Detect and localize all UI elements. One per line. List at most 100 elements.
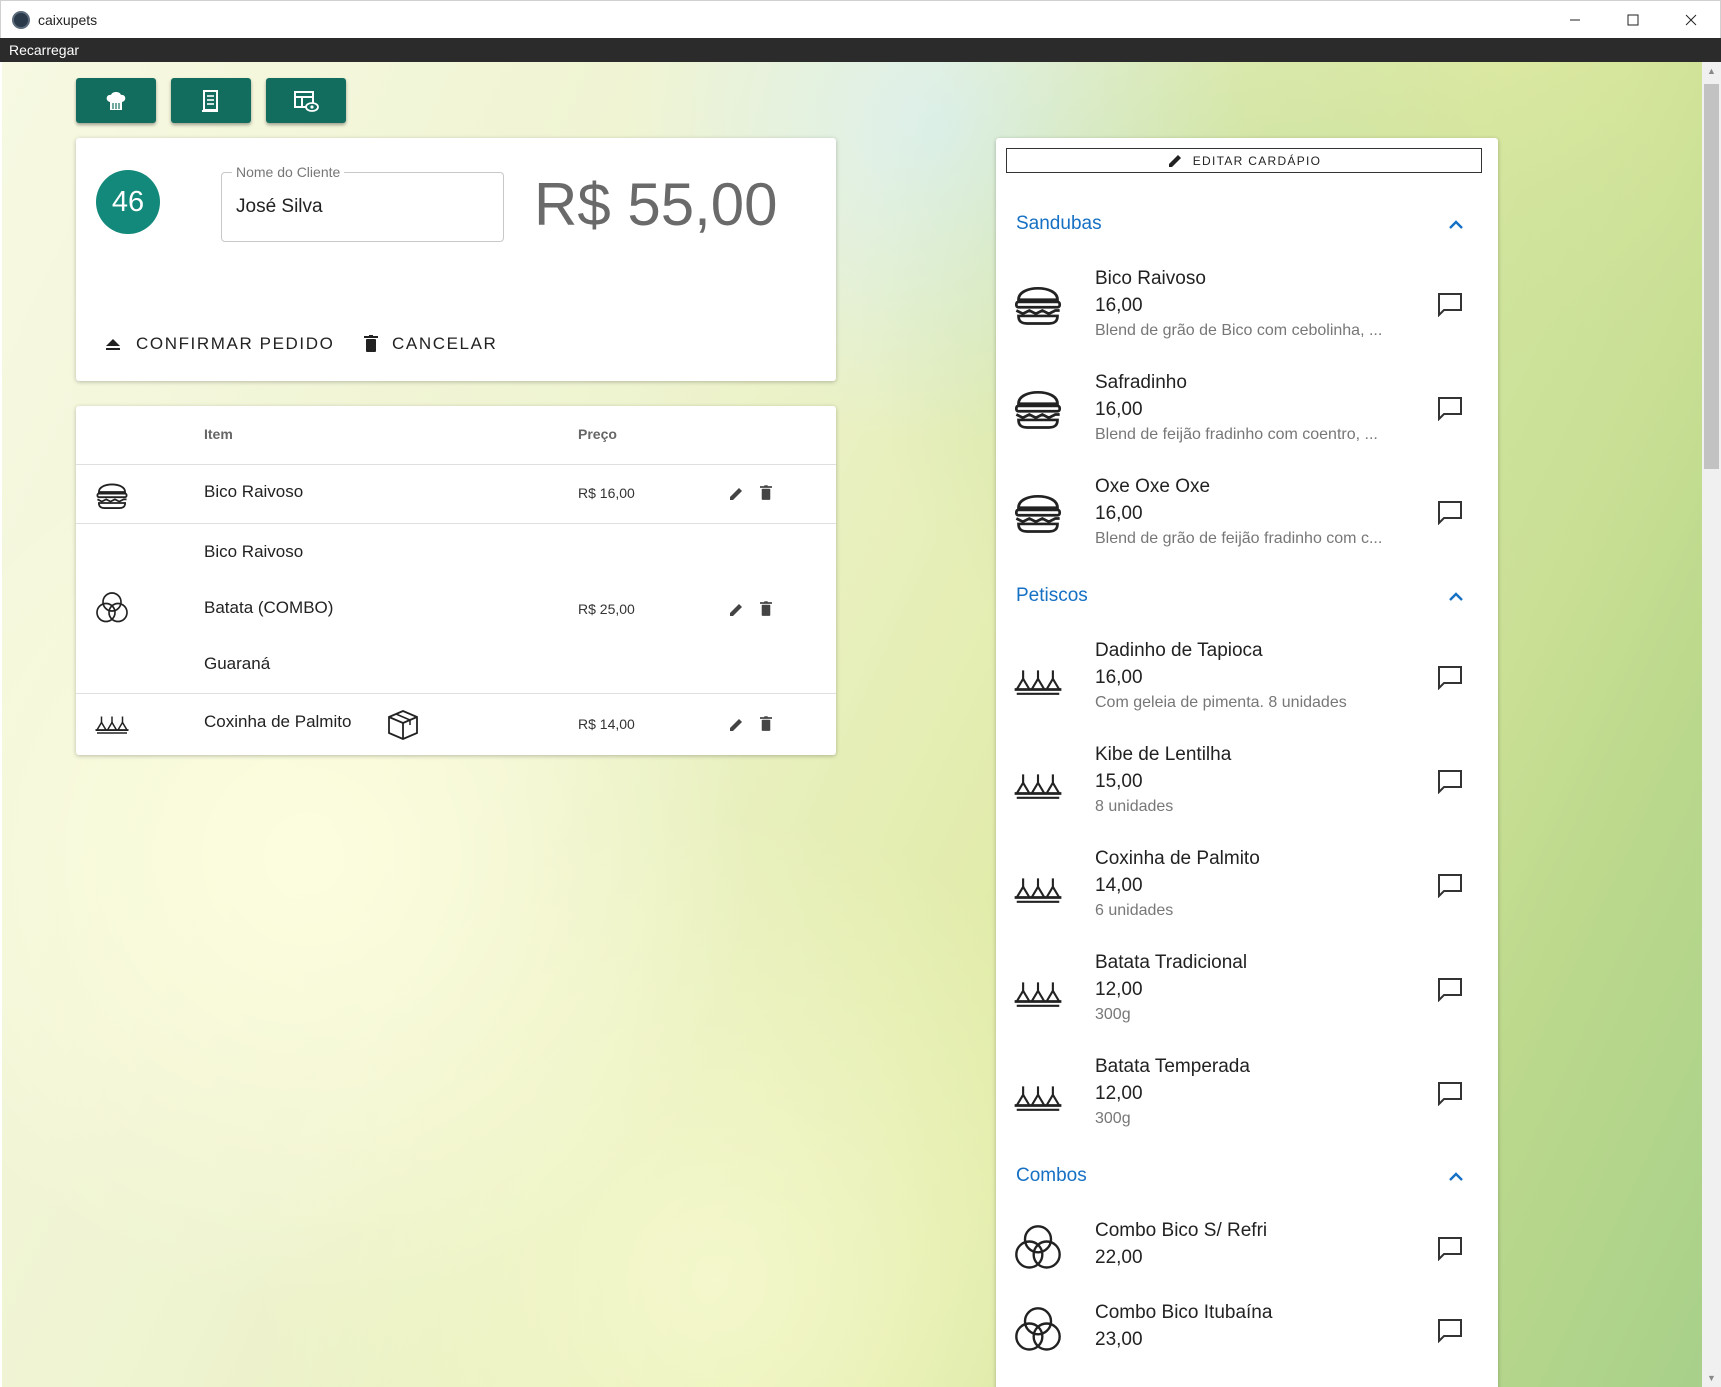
menu-item-name: Batata Temperada <box>1095 1056 1250 1077</box>
comment-icon[interactable] <box>1436 768 1464 794</box>
close-button[interactable] <box>1662 1 1720 39</box>
order-total: R$ 55,00 <box>534 171 778 238</box>
trash-icon[interactable] <box>760 716 772 732</box>
snack-icon <box>1014 982 1062 1007</box>
comment-icon[interactable] <box>1436 1317 1464 1343</box>
comment-icon[interactable] <box>1436 1235 1464 1261</box>
client-name-input[interactable] <box>236 196 486 218</box>
receipt-icon <box>202 89 218 112</box>
comment-icon[interactable] <box>1436 499 1464 525</box>
confirm-order-button[interactable]: CONFIRMAR PEDIDO <box>104 334 334 354</box>
comment-icon[interactable] <box>1436 1080 1464 1106</box>
burger-icon <box>1014 287 1062 325</box>
comment-icon[interactable] <box>1436 976 1464 1002</box>
window-title: caixupets <box>38 11 98 28</box>
kitchen-button[interactable] <box>76 78 156 123</box>
menu-item-name: Combo Bico Itubaína <box>1095 1302 1273 1323</box>
edit-menu-label: EDITAR CARDÁPIO <box>1192 153 1322 168</box>
order-item-name: Bico Raivoso <box>204 482 304 501</box>
comment-icon[interactable] <box>1436 664 1464 690</box>
menu-item-desc: 300g <box>1095 1110 1131 1127</box>
order-item-name: Bico Raivoso <box>204 542 304 561</box>
menu-item-price: 12,00 <box>1095 1083 1143 1104</box>
order-item-price: R$ 14,00 <box>578 716 635 732</box>
orders-button[interactable] <box>171 78 251 123</box>
comment-icon[interactable] <box>1436 872 1464 898</box>
menu-item-price: 14,00 <box>1095 875 1143 896</box>
snack-icon <box>95 716 129 734</box>
combo-icon <box>1015 1307 1061 1351</box>
client-name-field: Nome do Cliente <box>221 164 504 242</box>
menu-item-desc: Blend de grão de feijão fradinho com c..… <box>1095 530 1383 547</box>
chevron-up-icon[interactable] <box>1448 218 1464 230</box>
menu-item-name: Coxinha de Palmito <box>1095 848 1260 869</box>
trash-icon <box>364 335 378 352</box>
maximize-icon <box>1627 14 1639 26</box>
burger-icon <box>96 483 128 509</box>
order-item-name: Coxinha de Palmito <box>204 712 352 731</box>
menu-item-price: 15,00 <box>1095 771 1143 792</box>
edit-icon[interactable] <box>728 602 744 618</box>
confirm-order-label: CONFIRMAR PEDIDO <box>136 334 335 353</box>
category-sandubas[interactable]: Sandubas <box>1016 213 1102 235</box>
cancel-order-button[interactable]: CANCELAR <box>364 334 497 354</box>
edit-icon[interactable] <box>728 486 744 502</box>
chevron-up-icon[interactable] <box>1448 590 1464 602</box>
menu-reload[interactable]: Recarregar <box>0 38 88 62</box>
menu-item-desc: 300g <box>1095 1006 1131 1023</box>
close-icon <box>1685 14 1697 26</box>
menu-item-desc: Com geleia de pimenta. 8 unidades <box>1095 694 1347 711</box>
snack-icon <box>1014 1086 1062 1111</box>
menu-item-name: Oxe Oxe Oxe <box>1095 476 1211 497</box>
menu-item-price: 23,00 <box>1095 1329 1143 1350</box>
view-orders-button[interactable] <box>266 78 346 123</box>
box-icon <box>388 710 418 740</box>
table-row[interactable]: Bico Raivoso Batata (COMBO) Guaraná R$ 2… <box>76 523 836 693</box>
burger-icon <box>1014 495 1062 533</box>
menu-item-name: Safradinho <box>1095 372 1187 393</box>
menu-item-name: Bico Raivoso <box>1095 268 1206 289</box>
maximize-button[interactable] <box>1604 1 1662 39</box>
menu-item-desc: 8 unidades <box>1095 798 1174 815</box>
col-header-item: Item <box>204 426 233 442</box>
snack-icon <box>1014 670 1062 695</box>
menu-item-price: 12,00 <box>1095 979 1143 1000</box>
combo-icon <box>96 592 128 623</box>
scroll-thumb[interactable] <box>1704 84 1719 469</box>
menu-panel: EDITAR CARDÁPIO Sandubas Bico Raivoso 16… <box>996 138 1498 1387</box>
scroll-down-icon[interactable]: ▼ <box>1702 1369 1721 1387</box>
menu-item-desc: 6 unidades <box>1095 902 1174 919</box>
category-combos[interactable]: Combos <box>1016 1165 1087 1187</box>
menu-item-price: 16,00 <box>1095 399 1143 420</box>
trash-icon[interactable] <box>760 601 772 617</box>
menu-item-price: 22,00 <box>1095 1247 1143 1268</box>
edit-icon[interactable] <box>728 717 744 733</box>
menu-item-desc: Blend de grão de Bico com cebolinha, ... <box>1095 322 1383 339</box>
comment-icon[interactable] <box>1436 291 1464 317</box>
chef-hat-icon <box>106 91 126 110</box>
table-row[interactable]: Bico Raivoso R$ 16,00 <box>76 464 836 523</box>
trash-icon[interactable] <box>760 485 772 501</box>
table-eye-icon <box>294 90 319 112</box>
edit-menu-button[interactable]: EDITAR CARDÁPIO <box>1006 148 1482 173</box>
title-bar: caixupets <box>0 0 1721 38</box>
app-logo-icon <box>12 10 30 29</box>
client-name-label: Nome do Cliente <box>232 164 345 180</box>
order-item-price: R$ 16,00 <box>578 485 635 501</box>
comment-icon[interactable] <box>1436 395 1464 421</box>
snack-icon <box>1014 878 1062 903</box>
order-card: 46 Nome do Cliente R$ 55,00 CONFIRMAR PE… <box>76 138 836 381</box>
pencil-icon <box>1168 154 1181 167</box>
table-row[interactable]: Coxinha de Palmito R$ 14,00 <box>76 693 836 755</box>
chevron-up-icon[interactable] <box>1448 1170 1464 1182</box>
minimize-button[interactable] <box>1546 1 1604 39</box>
menu-item-price: 16,00 <box>1095 295 1143 316</box>
category-petiscos[interactable]: Petiscos <box>1016 585 1088 607</box>
main-content: 46 Nome do Cliente R$ 55,00 CONFIRMAR PE… <box>2 62 1702 1387</box>
vertical-scrollbar[interactable]: ▲ ▼ <box>1702 62 1721 1387</box>
scroll-up-icon[interactable]: ▲ <box>1702 62 1721 80</box>
menu-item-price: 16,00 <box>1095 667 1143 688</box>
order-items-table: Item Preço Bico Raivoso R$ 16,00 Bico Ra… <box>76 406 836 755</box>
menu-item-name: Combo Bico S/ Refri <box>1095 1220 1268 1241</box>
menu-item-name: Kibe de Lentilha <box>1095 744 1232 765</box>
